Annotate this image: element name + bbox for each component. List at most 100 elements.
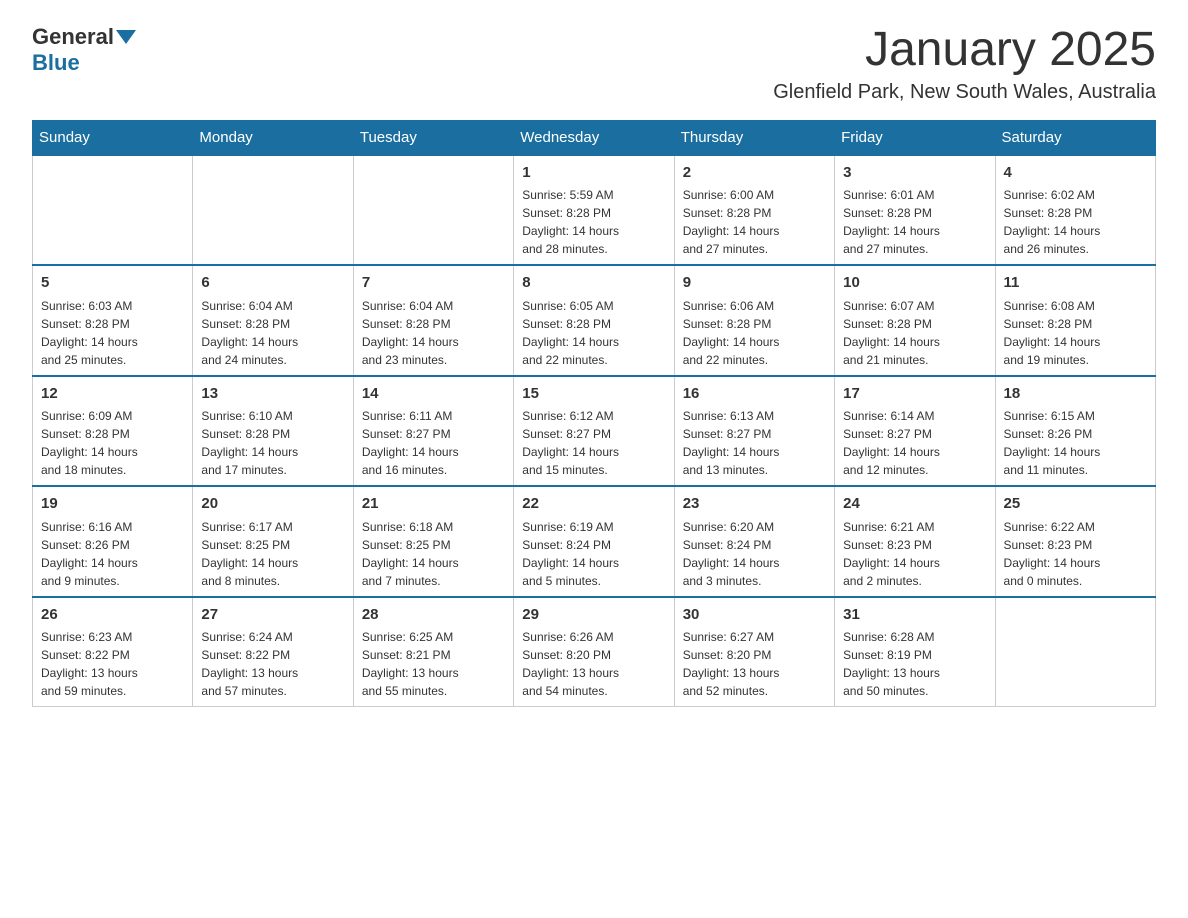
day-number: 31 [843,604,986,627]
day-info: Sunrise: 6:00 AM Sunset: 8:28 PM Dayligh… [683,186,826,258]
calendar-cell: 21Sunrise: 6:18 AM Sunset: 8:25 PM Dayli… [353,486,513,597]
header-sunday: Sunday [33,120,193,155]
day-info: Sunrise: 6:25 AM Sunset: 8:21 PM Dayligh… [362,628,505,700]
day-info: Sunrise: 6:12 AM Sunset: 8:27 PM Dayligh… [522,407,665,479]
day-info: Sunrise: 6:27 AM Sunset: 8:20 PM Dayligh… [683,628,826,700]
calendar-cell: 12Sunrise: 6:09 AM Sunset: 8:28 PM Dayli… [33,376,193,487]
day-number: 12 [41,383,184,406]
calendar-week-5: 26Sunrise: 6:23 AM Sunset: 8:22 PM Dayli… [33,597,1156,707]
header-friday: Friday [835,120,995,155]
calendar-cell: 19Sunrise: 6:16 AM Sunset: 8:26 PM Dayli… [33,486,193,597]
calendar-cell: 30Sunrise: 6:27 AM Sunset: 8:20 PM Dayli… [674,597,834,707]
page-header: General Blue January 2025 Glenfield Park… [32,24,1156,104]
day-number: 3 [843,162,986,185]
day-info: Sunrise: 6:20 AM Sunset: 8:24 PM Dayligh… [683,518,826,590]
day-number: 14 [362,383,505,406]
calendar-cell: 13Sunrise: 6:10 AM Sunset: 8:28 PM Dayli… [193,376,353,487]
day-number: 10 [843,272,986,295]
calendar-cell: 7Sunrise: 6:04 AM Sunset: 8:28 PM Daylig… [353,265,513,376]
calendar-cell: 6Sunrise: 6:04 AM Sunset: 8:28 PM Daylig… [193,265,353,376]
day-number: 22 [522,493,665,516]
day-info: Sunrise: 6:07 AM Sunset: 8:28 PM Dayligh… [843,297,986,369]
day-info: Sunrise: 6:18 AM Sunset: 8:25 PM Dayligh… [362,518,505,590]
calendar-cell: 28Sunrise: 6:25 AM Sunset: 8:21 PM Dayli… [353,597,513,707]
day-info: Sunrise: 6:26 AM Sunset: 8:20 PM Dayligh… [522,628,665,700]
day-info: Sunrise: 6:23 AM Sunset: 8:22 PM Dayligh… [41,628,184,700]
day-info: Sunrise: 6:19 AM Sunset: 8:24 PM Dayligh… [522,518,665,590]
calendar-cell: 9Sunrise: 6:06 AM Sunset: 8:28 PM Daylig… [674,265,834,376]
day-info: Sunrise: 5:59 AM Sunset: 8:28 PM Dayligh… [522,186,665,258]
header-wednesday: Wednesday [514,120,674,155]
day-number: 2 [683,162,826,185]
day-number: 5 [41,272,184,295]
calendar-table: SundayMondayTuesdayWednesdayThursdayFrid… [32,120,1156,708]
day-info: Sunrise: 6:04 AM Sunset: 8:28 PM Dayligh… [201,297,344,369]
day-info: Sunrise: 6:08 AM Sunset: 8:28 PM Dayligh… [1004,297,1147,369]
calendar-cell: 18Sunrise: 6:15 AM Sunset: 8:26 PM Dayli… [995,376,1155,487]
day-number: 7 [362,272,505,295]
day-number: 19 [41,493,184,516]
day-info: Sunrise: 6:10 AM Sunset: 8:28 PM Dayligh… [201,407,344,479]
day-info: Sunrise: 6:03 AM Sunset: 8:28 PM Dayligh… [41,297,184,369]
day-number: 28 [362,604,505,627]
day-info: Sunrise: 6:02 AM Sunset: 8:28 PM Dayligh… [1004,186,1147,258]
day-info: Sunrise: 6:06 AM Sunset: 8:28 PM Dayligh… [683,297,826,369]
day-info: Sunrise: 6:24 AM Sunset: 8:22 PM Dayligh… [201,628,344,700]
calendar-cell: 17Sunrise: 6:14 AM Sunset: 8:27 PM Dayli… [835,376,995,487]
calendar-cell: 26Sunrise: 6:23 AM Sunset: 8:22 PM Dayli… [33,597,193,707]
day-number: 30 [683,604,826,627]
day-number: 4 [1004,162,1147,185]
calendar-cell [353,155,513,266]
day-info: Sunrise: 6:17 AM Sunset: 8:25 PM Dayligh… [201,518,344,590]
day-info: Sunrise: 6:21 AM Sunset: 8:23 PM Dayligh… [843,518,986,590]
day-info: Sunrise: 6:13 AM Sunset: 8:27 PM Dayligh… [683,407,826,479]
calendar-cell: 8Sunrise: 6:05 AM Sunset: 8:28 PM Daylig… [514,265,674,376]
day-info: Sunrise: 6:05 AM Sunset: 8:28 PM Dayligh… [522,297,665,369]
day-number: 24 [843,493,986,516]
day-info: Sunrise: 6:28 AM Sunset: 8:19 PM Dayligh… [843,628,986,700]
day-number: 15 [522,383,665,406]
calendar-cell [995,597,1155,707]
day-number: 23 [683,493,826,516]
day-info: Sunrise: 6:04 AM Sunset: 8:28 PM Dayligh… [362,297,505,369]
calendar-cell: 20Sunrise: 6:17 AM Sunset: 8:25 PM Dayli… [193,486,353,597]
calendar-week-4: 19Sunrise: 6:16 AM Sunset: 8:26 PM Dayli… [33,486,1156,597]
day-number: 8 [522,272,665,295]
day-info: Sunrise: 6:14 AM Sunset: 8:27 PM Dayligh… [843,407,986,479]
calendar-cell: 25Sunrise: 6:22 AM Sunset: 8:23 PM Dayli… [995,486,1155,597]
logo-general: General [32,24,114,50]
logo: General Blue [32,24,138,76]
calendar-cell: 11Sunrise: 6:08 AM Sunset: 8:28 PM Dayli… [995,265,1155,376]
calendar-header-row: SundayMondayTuesdayWednesdayThursdayFrid… [33,120,1156,155]
calendar-cell: 5Sunrise: 6:03 AM Sunset: 8:28 PM Daylig… [33,265,193,376]
day-number: 11 [1004,272,1147,295]
calendar-week-2: 5Sunrise: 6:03 AM Sunset: 8:28 PM Daylig… [33,265,1156,376]
calendar-cell: 10Sunrise: 6:07 AM Sunset: 8:28 PM Dayli… [835,265,995,376]
day-info: Sunrise: 6:15 AM Sunset: 8:26 PM Dayligh… [1004,407,1147,479]
header-saturday: Saturday [995,120,1155,155]
day-number: 20 [201,493,344,516]
calendar-cell: 24Sunrise: 6:21 AM Sunset: 8:23 PM Dayli… [835,486,995,597]
calendar-cell: 27Sunrise: 6:24 AM Sunset: 8:22 PM Dayli… [193,597,353,707]
title-block: January 2025 Glenfield Park, New South W… [773,24,1156,104]
day-number: 1 [522,162,665,185]
day-number: 17 [843,383,986,406]
day-info: Sunrise: 6:22 AM Sunset: 8:23 PM Dayligh… [1004,518,1147,590]
calendar-cell: 16Sunrise: 6:13 AM Sunset: 8:27 PM Dayli… [674,376,834,487]
calendar-cell: 1Sunrise: 5:59 AM Sunset: 8:28 PM Daylig… [514,155,674,266]
header-monday: Monday [193,120,353,155]
day-info: Sunrise: 6:01 AM Sunset: 8:28 PM Dayligh… [843,186,986,258]
calendar-cell: 29Sunrise: 6:26 AM Sunset: 8:20 PM Dayli… [514,597,674,707]
logo-blue: Blue [32,50,80,76]
logo-triangle-icon [116,30,136,44]
calendar-cell [193,155,353,266]
month-title: January 2025 [773,24,1156,77]
calendar-cell: 14Sunrise: 6:11 AM Sunset: 8:27 PM Dayli… [353,376,513,487]
calendar-week-1: 1Sunrise: 5:59 AM Sunset: 8:28 PM Daylig… [33,155,1156,266]
calendar-cell: 4Sunrise: 6:02 AM Sunset: 8:28 PM Daylig… [995,155,1155,266]
day-number: 13 [201,383,344,406]
calendar-cell: 15Sunrise: 6:12 AM Sunset: 8:27 PM Dayli… [514,376,674,487]
location-title: Glenfield Park, New South Wales, Austral… [773,81,1156,104]
day-number: 6 [201,272,344,295]
day-info: Sunrise: 6:09 AM Sunset: 8:28 PM Dayligh… [41,407,184,479]
